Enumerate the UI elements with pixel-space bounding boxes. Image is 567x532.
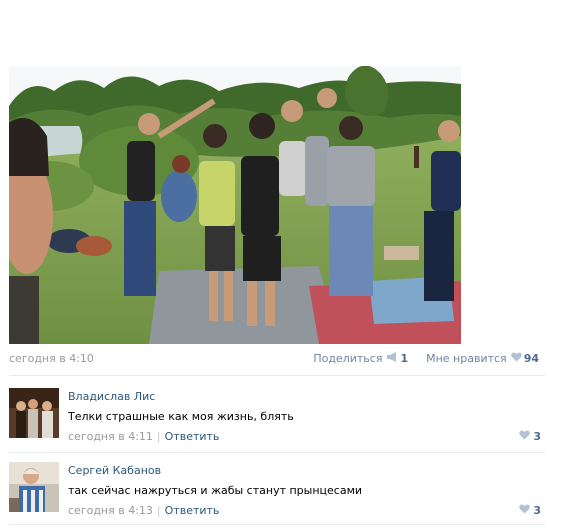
heart-icon[interactable] xyxy=(519,430,531,443)
comment-author[interactable]: Сергей Кабанов xyxy=(68,464,161,477)
avatar[interactable] xyxy=(9,462,59,512)
separator: | xyxy=(156,504,161,517)
comment-text: так сейчас нажруться и жабы станут прынц… xyxy=(68,484,363,497)
divider xyxy=(9,524,545,525)
heart-icon[interactable] xyxy=(519,504,531,517)
divider xyxy=(9,452,545,453)
group-photo-image xyxy=(9,66,461,344)
post-date[interactable]: сегодня в 4:10 xyxy=(9,352,94,365)
post-actions: Поделиться 1 Мне нравится 94 xyxy=(313,352,539,365)
comment-text: Телки страшные как моя жизнь, блять xyxy=(68,410,294,423)
comment: Владислав Лис Телки страшные как моя жиз… xyxy=(9,388,545,448)
comment-date[interactable]: сегодня в 4:11 xyxy=(68,430,153,443)
post-photo[interactable] xyxy=(9,66,461,344)
post-meta: сегодня в 4:10 Поделиться 1 Мне нравится… xyxy=(9,352,545,368)
heart-icon[interactable] xyxy=(510,352,522,365)
separator: | xyxy=(156,430,161,443)
comment-footer: сегодня в 4:13 | Ответить xyxy=(68,504,219,517)
share-button[interactable]: Поделиться xyxy=(313,352,382,365)
megaphone-icon[interactable] xyxy=(386,352,398,365)
avatar[interactable] xyxy=(9,388,59,438)
comment: Сергей Кабанов так сейчас нажруться и жа… xyxy=(9,462,545,522)
like-count: 94 xyxy=(523,352,539,365)
comment-like-count: 3 xyxy=(533,430,541,443)
share-count: 1 xyxy=(400,352,409,365)
comment-like-button[interactable]: 3 xyxy=(519,504,541,517)
divider xyxy=(9,375,545,376)
comment-author[interactable]: Владислав Лис xyxy=(68,390,155,403)
like-button[interactable]: Мне нравится xyxy=(426,352,507,365)
comment-like-button[interactable]: 3 xyxy=(519,430,541,443)
comment-like-count: 3 xyxy=(533,504,541,517)
comment-footer: сегодня в 4:11 | Ответить xyxy=(68,430,219,443)
reply-button[interactable]: Ответить xyxy=(165,430,220,443)
reply-button[interactable]: Ответить xyxy=(165,504,220,517)
comment-date[interactable]: сегодня в 4:13 xyxy=(68,504,153,517)
